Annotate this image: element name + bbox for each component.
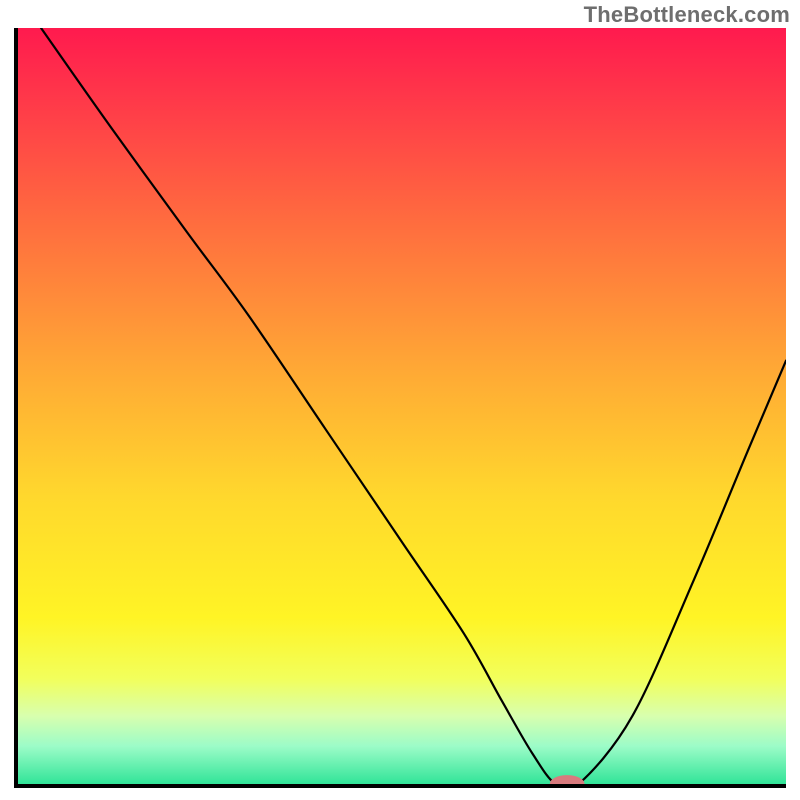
- chart-container: TheBottleneck.com: [0, 0, 800, 800]
- watermark-label: TheBottleneck.com: [584, 2, 790, 28]
- curve-svg: [18, 28, 786, 784]
- plot-area: [14, 28, 786, 788]
- optimal-point-marker: [550, 776, 584, 784]
- bottleneck-curve: [41, 28, 786, 784]
